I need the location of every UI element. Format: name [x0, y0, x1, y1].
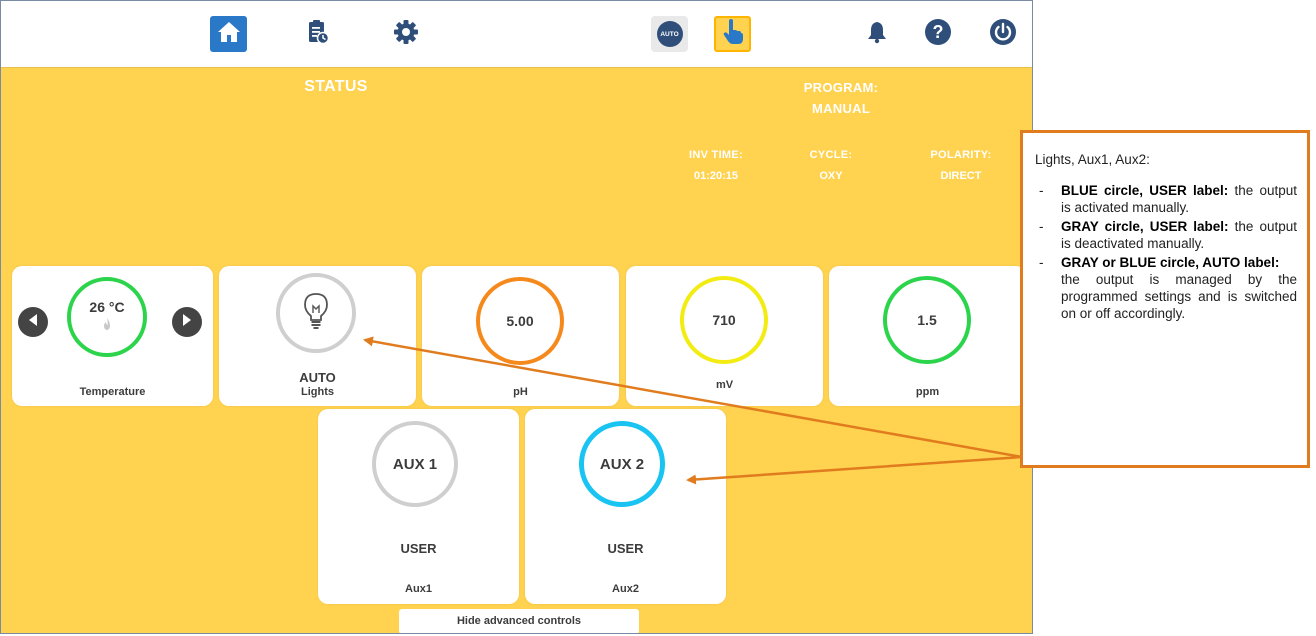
arrow-to-lights	[363, 336, 1023, 459]
arrow-to-aux2	[686, 455, 1023, 485]
callout-arrows	[363, 336, 1023, 485]
